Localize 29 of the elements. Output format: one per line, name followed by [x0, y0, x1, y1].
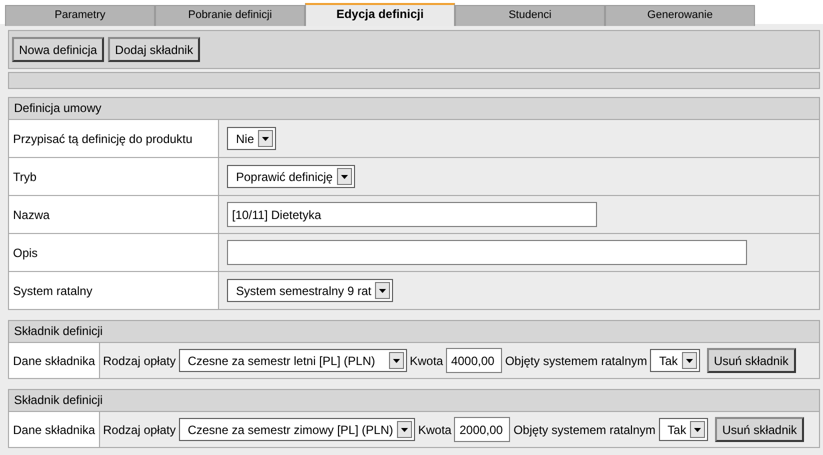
remove-button[interactable]: Usuń składnik — [706, 348, 796, 373]
tab[interactable]: Generowanie — [605, 5, 755, 26]
tab[interactable]: Pobranie definicji — [155, 5, 305, 26]
select-field[interactable]: Tak — [658, 418, 708, 441]
select-field[interactable]: Nie — [227, 127, 276, 150]
panel-title: Definicja umowy — [9, 98, 819, 120]
tab[interactable]: Parametry — [5, 5, 155, 26]
toolbar-button[interactable]: Nowa definicja — [12, 37, 104, 62]
select-field[interactable]: Poprawić definicję — [227, 165, 355, 188]
select-field[interactable]: System semestralny 9 rat — [227, 279, 394, 302]
text-field[interactable]: [10/11] Dietetyka — [227, 202, 597, 227]
remove-button[interactable]: Usuń składnik — [715, 417, 804, 442]
field-label: Rodzaj opłaty — [103, 422, 176, 436]
tab[interactable]: Edycja definicji — [305, 3, 455, 26]
field-label: Kwota — [410, 354, 444, 368]
tab[interactable]: Studenci — [455, 5, 605, 26]
select-field[interactable]: Czesne za semestr letni [PL] (PLN) — [178, 349, 407, 372]
field-label: Rodzaj opłaty — [103, 354, 176, 368]
field-label: Objęty systemem ratalnym — [513, 422, 656, 436]
amount-field[interactable]: 2000,00 — [454, 417, 510, 442]
select-field[interactable]: Tak — [650, 349, 700, 372]
select-field[interactable]: Czesne za semestr zimowy [PL] (PLN) — [178, 418, 416, 441]
toolbar-button[interactable]: Dodaj składnik — [108, 37, 200, 62]
text-field[interactable] — [227, 240, 747, 265]
field-label: Objęty systemem ratalnym — [505, 354, 648, 368]
panel-title: Składnik definicji — [9, 390, 819, 412]
panel-title: Składnik definicji — [9, 321, 819, 343]
amount-field[interactable]: 4000,00 — [446, 348, 502, 373]
field-label: Kwota — [418, 422, 452, 436]
